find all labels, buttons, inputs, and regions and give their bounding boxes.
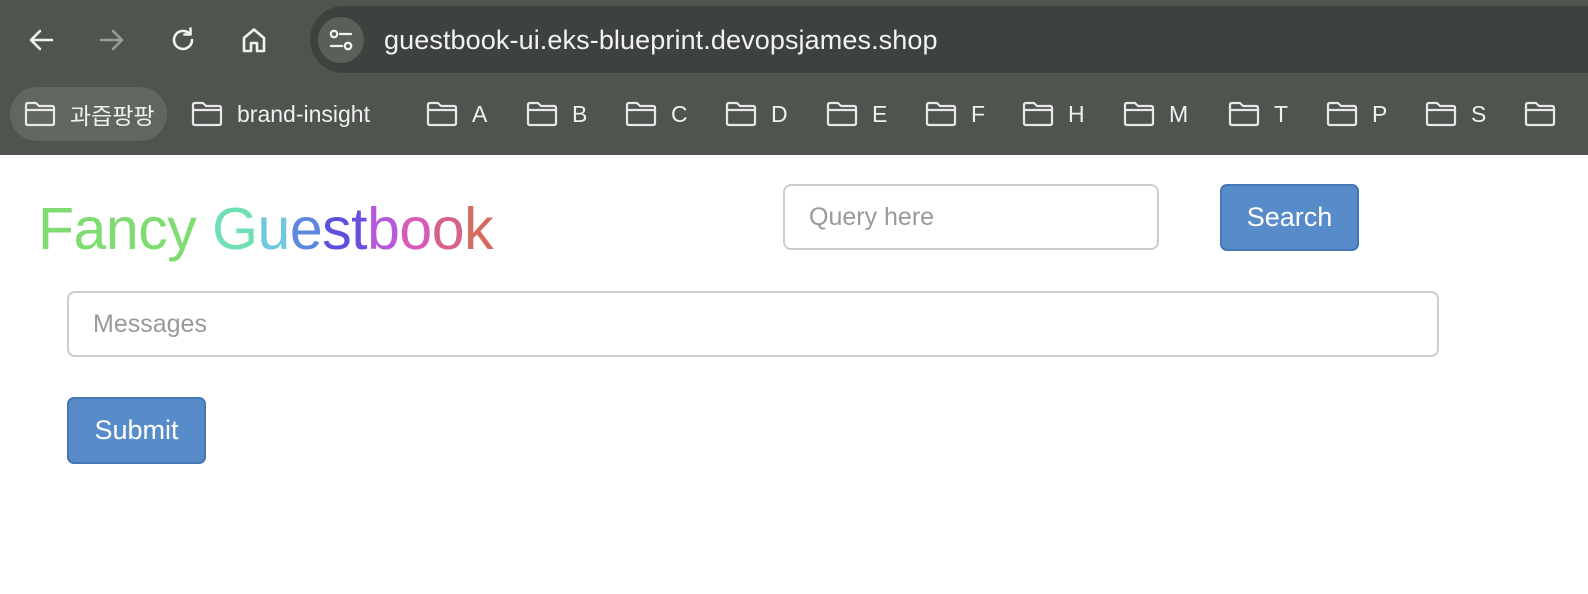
bookmark-folder[interactable]: F	[925, 87, 985, 141]
home-icon	[242, 28, 266, 53]
back-button[interactable]	[23, 22, 59, 58]
message-input[interactable]	[67, 291, 1439, 357]
bookmarks-bar: 과즙팡팡 brand-insight A B C D E F H M T P S	[0, 84, 1588, 144]
folder-icon	[1524, 101, 1556, 127]
bookmark-label: P	[1372, 100, 1388, 127]
folder-icon	[526, 101, 558, 127]
reload-icon	[172, 27, 194, 51]
title-letter	[196, 196, 212, 262]
forward-arrow-icon	[99, 29, 124, 51]
title-letter: k	[464, 196, 494, 262]
folder-icon	[426, 101, 458, 127]
bookmark-label: T	[1274, 100, 1289, 127]
forward-button[interactable]	[94, 22, 130, 58]
title-letter: c	[138, 196, 168, 262]
title-letter: y	[167, 196, 197, 262]
url-text[interactable]: guestbook-ui.eks-blueprint.devopsjames.s…	[384, 25, 938, 56]
title-letter: n	[105, 196, 139, 262]
bookmark-folder[interactable]: T	[1228, 87, 1288, 141]
browser-chrome: guestbook-ui.eks-blueprint.devopsjames.s…	[0, 0, 1588, 155]
bookmark-label: E	[872, 100, 888, 127]
bookmark-label: brand-insight	[237, 100, 370, 127]
back-arrow-icon	[29, 29, 54, 51]
folder-icon	[1425, 101, 1457, 127]
title-letter: u	[257, 196, 291, 262]
search-input[interactable]	[783, 184, 1159, 250]
bookmark-label: 과즙팡팡	[70, 103, 155, 129]
home-button[interactable]	[236, 22, 272, 58]
bookmark-folder[interactable]: S	[1425, 87, 1486, 141]
bookmark-label: S	[1471, 100, 1487, 127]
folder-icon	[191, 101, 223, 127]
bookmark-folder[interactable]: M	[1123, 87, 1188, 141]
submit-button[interactable]: Submit	[67, 397, 206, 464]
title-letter: a	[73, 196, 107, 262]
title-letter: s	[322, 196, 352, 262]
folder-icon	[24, 101, 56, 127]
bookmark-folder[interactable]	[1524, 87, 1570, 141]
bookmark-label: F	[971, 100, 986, 127]
bookmark-label: A	[472, 100, 488, 127]
folder-icon	[625, 101, 657, 127]
folder-icon	[1123, 101, 1155, 127]
bookmark-label: D	[771, 100, 788, 127]
folder-icon	[1022, 101, 1054, 127]
bookmark-label: M	[1169, 100, 1189, 127]
bookmark-folder[interactable]: H	[1022, 87, 1085, 141]
folder-icon	[725, 101, 757, 127]
bookmark-folder[interactable]: B	[526, 87, 587, 141]
bookmark-folder[interactable]: D	[725, 87, 788, 141]
bookmark-label: H	[1068, 100, 1085, 127]
reload-button[interactable]	[165, 22, 201, 58]
address-bar[interactable]: guestbook-ui.eks-blueprint.devopsjames.s…	[310, 6, 1588, 73]
title-letter: G	[212, 196, 258, 262]
title-letter: e	[289, 196, 323, 262]
site-info-button[interactable]	[318, 17, 364, 63]
title-letter: o	[399, 196, 432, 262]
browser-toolbar: guestbook-ui.eks-blueprint.devopsjames.s…	[0, 0, 1588, 78]
bookmark-folder[interactable]: P	[1326, 87, 1387, 141]
folder-icon	[1326, 101, 1358, 127]
title-letter: b	[367, 196, 400, 262]
bookmark-folder[interactable]: 과즙팡팡	[10, 87, 167, 141]
tune-icon	[329, 29, 353, 51]
folder-icon	[1228, 101, 1260, 127]
bookmark-label: B	[572, 100, 588, 127]
page-title: Fancy Guestbook	[38, 196, 494, 262]
folder-icon	[925, 101, 957, 127]
title-letter: F	[38, 196, 74, 262]
bookmark-folder[interactable]: brand-insight	[191, 87, 370, 141]
title-letter: t	[351, 196, 368, 262]
bookmark-folder[interactable]: A	[426, 87, 487, 141]
bookmark-label: C	[671, 100, 688, 127]
folder-icon	[826, 101, 858, 127]
title-letter: o	[431, 196, 465, 262]
bookmark-folder[interactable]: C	[625, 87, 688, 141]
bookmark-folder[interactable]: E	[826, 87, 887, 141]
search-button[interactable]: Search	[1220, 184, 1359, 251]
